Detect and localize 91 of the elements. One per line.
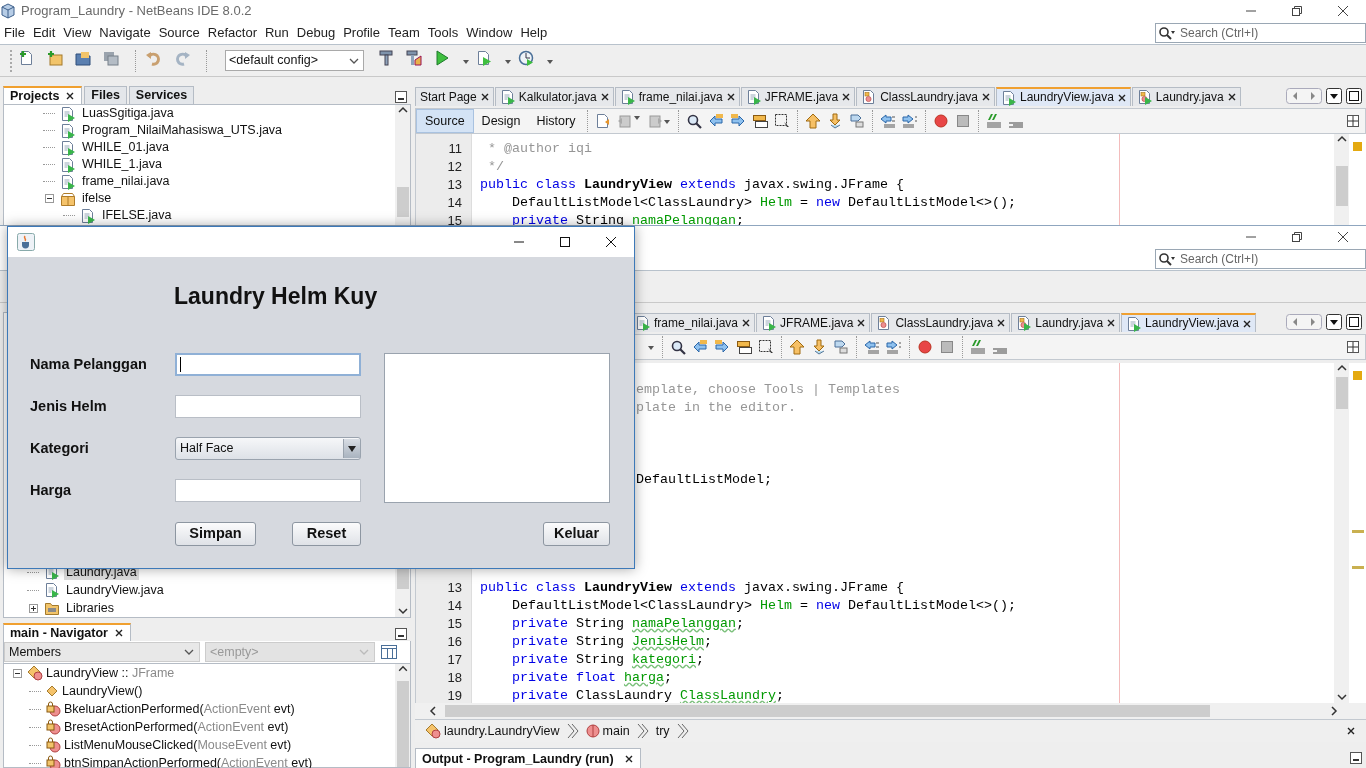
panel-tab[interactable]: Projects	[3, 86, 83, 104]
config-dropdown[interactable]: <default config>	[225, 50, 364, 71]
category-dropdown[interactable]: Half Face	[175, 437, 361, 460]
tree-item[interactable]: LaundryView.java	[64, 582, 166, 598]
menu-item[interactable]: Refactor	[203, 25, 261, 41]
menu-item[interactable]: Help	[516, 25, 552, 41]
member-item[interactable]: ListMenuMouseClicked(MouseEvent evt)	[64, 737, 292, 753]
line-number: 18	[447, 670, 462, 686]
line-number: 19	[447, 688, 462, 704]
line-number: 17	[447, 652, 462, 668]
window-title: Program_Laundry - NetBeans IDE 8.0.2	[21, 3, 252, 19]
code-line: * @author iqi	[487, 141, 592, 157]
code-line: private String JenisHelm;	[511, 634, 712, 650]
tree-item[interactable]: LuasSgitiga.java	[80, 106, 176, 121]
tree-item[interactable]: Libraries	[64, 600, 116, 616]
save-button[interactable]: Simpan	[175, 522, 256, 546]
reset-button[interactable]: Reset	[292, 522, 361, 546]
member-item[interactable]: LaundryView :: JFrame	[46, 665, 175, 681]
line-number: 13	[447, 177, 462, 193]
search-box[interactable]: Search (Ctrl+I)	[1155, 23, 1366, 43]
code-line: DefaultListModel;	[635, 472, 772, 488]
tree-item[interactable]: IFELSE.java	[100, 208, 174, 223]
menu-item[interactable]: View	[59, 25, 96, 41]
menu-item[interactable]: File	[0, 25, 29, 41]
menu-item[interactable]: Team	[384, 25, 424, 41]
line-number: 12	[447, 159, 462, 175]
menu-item[interactable]: Edit	[28, 25, 60, 41]
menu-item[interactable]: Profile	[339, 25, 384, 41]
panel-tab[interactable]: Files	[84, 86, 127, 104]
editor-tab[interactable]: ClassLaundry.java	[871, 313, 1011, 332]
editor-tab[interactable]: ClassLaundry.java	[856, 87, 995, 106]
code-line: private ClassLaundry ClassLaundry;	[511, 688, 784, 704]
editor-tab[interactable]: JFRAME.java	[740, 87, 856, 106]
breadcrumb-item[interactable]: laundry.LaundryView	[425, 723, 560, 739]
search-field[interactable]: Search (Ctrl+I)	[1180, 251, 1350, 267]
tree-item[interactable]: ifelse	[80, 191, 114, 206]
editor-tab[interactable]: LaundryView.java	[996, 87, 1131, 106]
code-line: public class LaundryView extends javax.swing.JFrame {	[479, 177, 904, 193]
field-label: Kategori	[30, 439, 90, 458]
line-number: 15	[447, 616, 462, 632]
code-line: DefaultListModel<ClassLaundry> Helm = new DefaultListModel<>();	[511, 598, 1016, 614]
tree-item[interactable]: Program_NilaiMahasiswa_UTS.java	[80, 123, 285, 138]
output-tab[interactable]: Output - Program_Laundry (run)	[415, 748, 641, 768]
code-line: */	[487, 159, 504, 175]
breadcrumb-item[interactable]: try	[655, 723, 670, 739]
menu-item[interactable]: Source	[154, 25, 204, 41]
code-line: DefaultListModel<ClassLaundry> Helm = new DefaultListModel<>();	[511, 195, 1016, 211]
code-line: private String kategori;	[511, 652, 704, 668]
heading: Laundry Helm Kuy	[174, 283, 379, 311]
field-label: Nama Pelanggan	[30, 355, 148, 374]
menu-item[interactable]: Window	[462, 25, 517, 41]
view-tab[interactable]: Design	[473, 109, 529, 133]
editor-tab[interactable]: Start Page	[415, 87, 494, 106]
member-item[interactable]: LaundryView()	[62, 683, 143, 699]
view-tab[interactable]: Source	[416, 109, 474, 133]
breadcrumb-item[interactable]: main	[585, 723, 630, 739]
field-label: Jenis Helm	[30, 397, 108, 416]
editor-tab[interactable]: LaundryView.java	[1121, 313, 1256, 332]
search-box[interactable]: Search (Ctrl+I)	[1155, 249, 1366, 269]
code-line: private String namaPelanggan;	[511, 616, 744, 632]
line-number: 13	[447, 580, 462, 596]
menu-item[interactable]: Debug	[292, 25, 340, 41]
panel-tab[interactable]: main - Navigator	[3, 623, 131, 641]
line-number: 14	[447, 598, 462, 614]
menu-item[interactable]: Run	[260, 25, 293, 41]
editor-tab[interactable]: frame_nilai.java	[614, 87, 740, 106]
member-item[interactable]: BkeluarActionPerformed(ActionEvent evt)	[64, 701, 295, 717]
line-number: 15	[447, 213, 462, 226]
line-number: 11	[448, 141, 462, 157]
line-number: 14	[447, 195, 462, 211]
view-tab[interactable]: History	[528, 109, 584, 133]
exit-button[interactable]: Keluar	[543, 522, 610, 546]
code-line: emplate, choose Tools | Templates	[635, 382, 900, 398]
filter-dropdown[interactable]: Members	[4, 642, 200, 662]
menu-item[interactable]: Tools	[423, 25, 463, 41]
editor-tab[interactable]: Laundry.java	[1011, 313, 1121, 332]
editor-tab[interactable]: Laundry.java	[1131, 87, 1241, 106]
code-line: private float harga;	[511, 670, 672, 686]
code-line: plate in the editor.	[635, 400, 796, 416]
search-field[interactable]: Search (Ctrl+I)	[1180, 25, 1350, 41]
tree-item[interactable]: WHILE_01.java	[80, 140, 171, 155]
code-line: public class LaundryView extends javax.swing.JFrame {	[479, 580, 904, 596]
line-number: 16	[447, 634, 462, 650]
editor-tab[interactable]: Kalkulator.java	[494, 87, 614, 106]
panel-tab[interactable]: Services	[128, 86, 195, 104]
editor-tab[interactable]: JFRAME.java	[756, 313, 871, 332]
member-item[interactable]: BresetActionPerformed(ActionEvent evt)	[64, 719, 289, 735]
field-label: Harga	[30, 481, 73, 500]
menu-item[interactable]: Navigate	[95, 25, 155, 41]
tree-item[interactable]: frame_nilai.java	[80, 174, 172, 189]
tree-item[interactable]: WHILE_1.java	[80, 157, 164, 172]
